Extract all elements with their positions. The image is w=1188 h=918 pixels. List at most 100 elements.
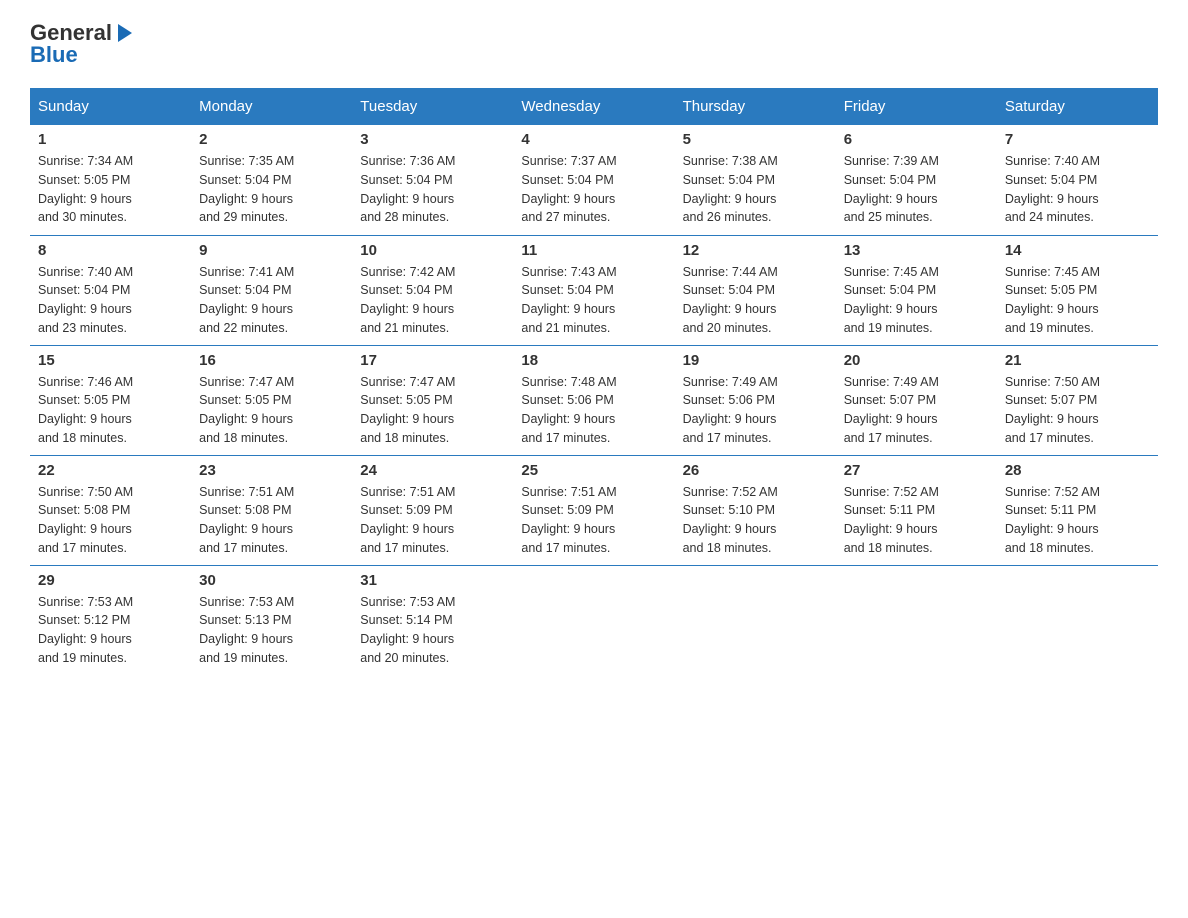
day-number: 11 (521, 242, 666, 259)
week-row-1: 1 Sunrise: 7:34 AM Sunset: 5:05 PM Dayli… (30, 125, 1158, 235)
day-number: 22 (38, 462, 183, 479)
day-cell: 1 Sunrise: 7:34 AM Sunset: 5:05 PM Dayli… (30, 125, 191, 235)
calendar-body: 1 Sunrise: 7:34 AM Sunset: 5:05 PM Dayli… (30, 125, 1158, 675)
day-info: Sunrise: 7:50 AM Sunset: 5:08 PM Dayligh… (38, 483, 183, 558)
day-number: 15 (38, 352, 183, 369)
day-cell (836, 565, 997, 675)
day-number: 25 (521, 462, 666, 479)
day-info: Sunrise: 7:45 AM Sunset: 5:05 PM Dayligh… (1005, 263, 1150, 338)
day-cell: 26 Sunrise: 7:52 AM Sunset: 5:10 PM Dayl… (675, 455, 836, 565)
day-cell: 28 Sunrise: 7:52 AM Sunset: 5:11 PM Dayl… (997, 455, 1158, 565)
header-day-tuesday: Tuesday (352, 88, 513, 125)
day-number: 3 (360, 131, 505, 148)
header-day-monday: Monday (191, 88, 352, 125)
day-number: 30 (199, 572, 344, 589)
day-info: Sunrise: 7:52 AM Sunset: 5:11 PM Dayligh… (1005, 483, 1150, 558)
day-cell: 29 Sunrise: 7:53 AM Sunset: 5:12 PM Dayl… (30, 565, 191, 675)
day-cell: 12 Sunrise: 7:44 AM Sunset: 5:04 PM Dayl… (675, 235, 836, 345)
day-info: Sunrise: 7:53 AM Sunset: 5:14 PM Dayligh… (360, 593, 505, 668)
day-cell: 23 Sunrise: 7:51 AM Sunset: 5:08 PM Dayl… (191, 455, 352, 565)
day-number: 12 (683, 242, 828, 259)
logo-blue: Blue (30, 42, 136, 68)
day-cell: 6 Sunrise: 7:39 AM Sunset: 5:04 PM Dayli… (836, 125, 997, 235)
day-number: 17 (360, 352, 505, 369)
day-info: Sunrise: 7:48 AM Sunset: 5:06 PM Dayligh… (521, 373, 666, 448)
day-cell: 4 Sunrise: 7:37 AM Sunset: 5:04 PM Dayli… (513, 125, 674, 235)
day-info: Sunrise: 7:40 AM Sunset: 5:04 PM Dayligh… (38, 263, 183, 338)
day-info: Sunrise: 7:47 AM Sunset: 5:05 PM Dayligh… (360, 373, 505, 448)
day-number: 20 (844, 352, 989, 369)
day-number: 26 (683, 462, 828, 479)
header-day-saturday: Saturday (997, 88, 1158, 125)
day-info: Sunrise: 7:53 AM Sunset: 5:13 PM Dayligh… (199, 593, 344, 668)
day-info: Sunrise: 7:51 AM Sunset: 5:08 PM Dayligh… (199, 483, 344, 558)
day-number: 24 (360, 462, 505, 479)
day-info: Sunrise: 7:46 AM Sunset: 5:05 PM Dayligh… (38, 373, 183, 448)
day-cell: 15 Sunrise: 7:46 AM Sunset: 5:05 PM Dayl… (30, 345, 191, 455)
day-number: 29 (38, 572, 183, 589)
day-info: Sunrise: 7:42 AM Sunset: 5:04 PM Dayligh… (360, 263, 505, 338)
day-cell: 21 Sunrise: 7:50 AM Sunset: 5:07 PM Dayl… (997, 345, 1158, 455)
day-info: Sunrise: 7:49 AM Sunset: 5:06 PM Dayligh… (683, 373, 828, 448)
day-number: 6 (844, 131, 989, 148)
day-cell: 22 Sunrise: 7:50 AM Sunset: 5:08 PM Dayl… (30, 455, 191, 565)
day-cell: 2 Sunrise: 7:35 AM Sunset: 5:04 PM Dayli… (191, 125, 352, 235)
day-info: Sunrise: 7:45 AM Sunset: 5:04 PM Dayligh… (844, 263, 989, 338)
week-row-2: 8 Sunrise: 7:40 AM Sunset: 5:04 PM Dayli… (30, 235, 1158, 345)
day-cell: 18 Sunrise: 7:48 AM Sunset: 5:06 PM Dayl… (513, 345, 674, 455)
page-header: General Blue (30, 20, 1158, 68)
day-cell: 25 Sunrise: 7:51 AM Sunset: 5:09 PM Dayl… (513, 455, 674, 565)
day-number: 28 (1005, 462, 1150, 479)
day-cell: 14 Sunrise: 7:45 AM Sunset: 5:05 PM Dayl… (997, 235, 1158, 345)
day-info: Sunrise: 7:52 AM Sunset: 5:11 PM Dayligh… (844, 483, 989, 558)
day-info: Sunrise: 7:43 AM Sunset: 5:04 PM Dayligh… (521, 263, 666, 338)
logo-arrow-icon (114, 22, 136, 44)
day-number: 19 (683, 352, 828, 369)
day-cell: 17 Sunrise: 7:47 AM Sunset: 5:05 PM Dayl… (352, 345, 513, 455)
header-day-thursday: Thursday (675, 88, 836, 125)
day-cell: 10 Sunrise: 7:42 AM Sunset: 5:04 PM Dayl… (352, 235, 513, 345)
logo: General Blue (30, 20, 136, 68)
day-cell: 19 Sunrise: 7:49 AM Sunset: 5:06 PM Dayl… (675, 345, 836, 455)
calendar-header: SundayMondayTuesdayWednesdayThursdayFrid… (30, 88, 1158, 125)
day-cell: 31 Sunrise: 7:53 AM Sunset: 5:14 PM Dayl… (352, 565, 513, 675)
day-info: Sunrise: 7:40 AM Sunset: 5:04 PM Dayligh… (1005, 152, 1150, 227)
day-number: 31 (360, 572, 505, 589)
day-info: Sunrise: 7:37 AM Sunset: 5:04 PM Dayligh… (521, 152, 666, 227)
day-number: 10 (360, 242, 505, 259)
day-info: Sunrise: 7:36 AM Sunset: 5:04 PM Dayligh… (360, 152, 505, 227)
header-day-sunday: Sunday (30, 88, 191, 125)
day-cell: 9 Sunrise: 7:41 AM Sunset: 5:04 PM Dayli… (191, 235, 352, 345)
day-cell: 3 Sunrise: 7:36 AM Sunset: 5:04 PM Dayli… (352, 125, 513, 235)
day-info: Sunrise: 7:51 AM Sunset: 5:09 PM Dayligh… (521, 483, 666, 558)
day-cell: 13 Sunrise: 7:45 AM Sunset: 5:04 PM Dayl… (836, 235, 997, 345)
day-number: 18 (521, 352, 666, 369)
day-cell: 16 Sunrise: 7:47 AM Sunset: 5:05 PM Dayl… (191, 345, 352, 455)
day-number: 23 (199, 462, 344, 479)
week-row-5: 29 Sunrise: 7:53 AM Sunset: 5:12 PM Dayl… (30, 565, 1158, 675)
day-cell: 11 Sunrise: 7:43 AM Sunset: 5:04 PM Dayl… (513, 235, 674, 345)
day-cell: 5 Sunrise: 7:38 AM Sunset: 5:04 PM Dayli… (675, 125, 836, 235)
day-info: Sunrise: 7:47 AM Sunset: 5:05 PM Dayligh… (199, 373, 344, 448)
day-number: 7 (1005, 131, 1150, 148)
day-cell: 30 Sunrise: 7:53 AM Sunset: 5:13 PM Dayl… (191, 565, 352, 675)
day-number: 5 (683, 131, 828, 148)
day-number: 13 (844, 242, 989, 259)
day-info: Sunrise: 7:44 AM Sunset: 5:04 PM Dayligh… (683, 263, 828, 338)
day-cell (997, 565, 1158, 675)
day-info: Sunrise: 7:51 AM Sunset: 5:09 PM Dayligh… (360, 483, 505, 558)
header-day-wednesday: Wednesday (513, 88, 674, 125)
day-info: Sunrise: 7:52 AM Sunset: 5:10 PM Dayligh… (683, 483, 828, 558)
day-info: Sunrise: 7:35 AM Sunset: 5:04 PM Dayligh… (199, 152, 344, 227)
day-cell (513, 565, 674, 675)
day-number: 16 (199, 352, 344, 369)
day-number: 27 (844, 462, 989, 479)
day-info: Sunrise: 7:39 AM Sunset: 5:04 PM Dayligh… (844, 152, 989, 227)
day-info: Sunrise: 7:50 AM Sunset: 5:07 PM Dayligh… (1005, 373, 1150, 448)
day-cell: 7 Sunrise: 7:40 AM Sunset: 5:04 PM Dayli… (997, 125, 1158, 235)
day-number: 8 (38, 242, 183, 259)
day-number: 14 (1005, 242, 1150, 259)
day-info: Sunrise: 7:34 AM Sunset: 5:05 PM Dayligh… (38, 152, 183, 227)
week-row-4: 22 Sunrise: 7:50 AM Sunset: 5:08 PM Dayl… (30, 455, 1158, 565)
day-info: Sunrise: 7:38 AM Sunset: 5:04 PM Dayligh… (683, 152, 828, 227)
